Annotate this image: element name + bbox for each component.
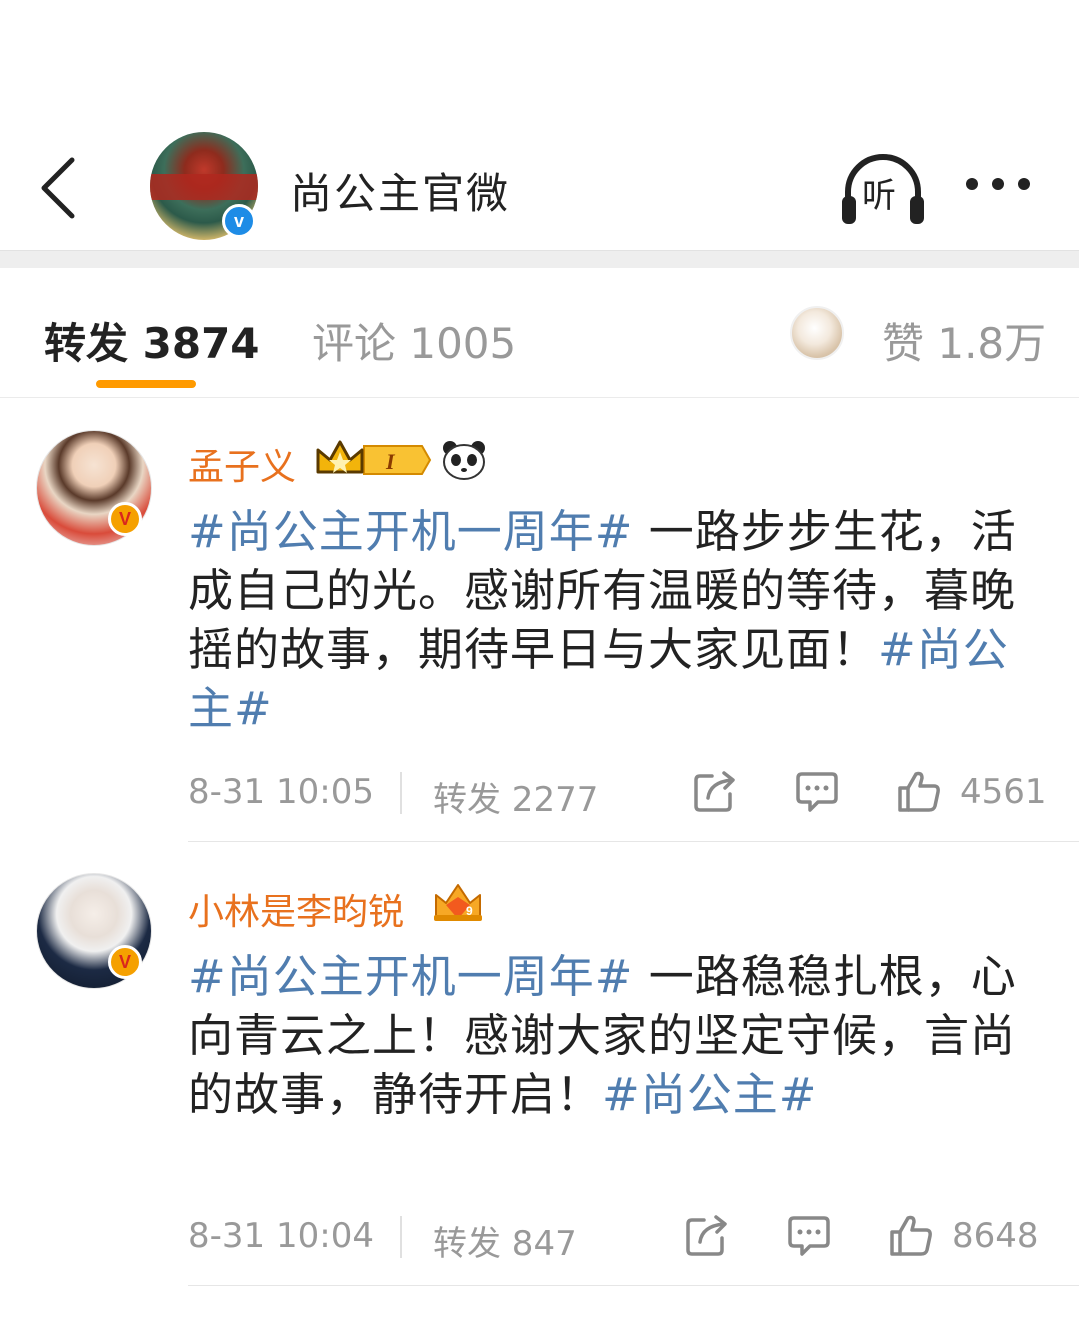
share-icon <box>686 1215 727 1256</box>
account-avatar[interactable]: v <box>150 132 258 240</box>
post-meta: 8-31 10:05 转发 2277 4561 <box>188 766 1048 820</box>
verified-orange-icon: V <box>108 945 142 979</box>
repost-count[interactable]: 转发 2277 <box>433 772 598 821</box>
list-item[interactable]: V 小林是李昀锐 9 #尚公主开机一周年# 一路稳稳扎根，心向青云之上！感谢大家… <box>0 843 1079 1287</box>
liker-avatar <box>790 306 844 360</box>
tab-repost[interactable]: 转发 3874 <box>44 310 260 371</box>
post-meta: 8-31 10:04 转发 847 8648 <box>188 1210 1048 1264</box>
section-divider <box>0 250 1079 268</box>
tab-bar: 转发 3874 评论 1005 赞 1.8万 <box>0 268 1079 398</box>
post-divider <box>188 1285 1079 1286</box>
post-time: 8-31 10:05 <box>188 772 374 812</box>
svg-text:I: I <box>385 449 396 474</box>
panda-icon <box>442 440 486 484</box>
user-avatar[interactable]: V <box>36 873 152 989</box>
share-icon <box>694 771 735 812</box>
profile-header: v 尚公主官微 听 <box>0 110 1079 250</box>
post-time: 8-31 10:04 <box>188 1216 374 1256</box>
back-button[interactable] <box>30 150 90 220</box>
like-count: 8648 <box>952 1216 1039 1256</box>
chevron-left-icon <box>41 157 75 219</box>
like-count: 4561 <box>960 772 1047 812</box>
tab-like[interactable]: 赞 1.8万 <box>882 310 1046 371</box>
username[interactable]: 小林是李昀锐 <box>188 883 404 935</box>
post-text: #尚公主开机一周年# 一路步步生花，活成自己的光。感谢所有温暖的等待，暮晚摇的故… <box>188 502 1038 738</box>
share-button[interactable] <box>692 768 738 814</box>
comment-button[interactable] <box>794 768 840 814</box>
listen-label: 听 <box>862 176 896 216</box>
comment-icon <box>788 1216 830 1256</box>
thumbs-up-icon <box>890 1215 932 1256</box>
verified-orange-icon: V <box>108 502 142 536</box>
share-button[interactable] <box>684 1212 730 1258</box>
hashtag-link[interactable]: #尚公主开机一周年# <box>188 505 633 558</box>
post-divider <box>188 841 1079 842</box>
list-item[interactable]: V 孟子义 I #尚公主开机一周年# 一路步步生花，活成自己的光。感谢所有温暖的… <box>0 398 1079 843</box>
like-button[interactable]: 4561 <box>896 766 1056 816</box>
meta-divider <box>400 772 402 814</box>
comment-button[interactable] <box>786 1212 832 1258</box>
comment-icon <box>796 772 838 812</box>
post-text: #尚公主开机一周年# 一路稳稳扎根，心向青云之上！感谢大家的坚定守候，言尚的故事… <box>188 947 1038 1124</box>
hashtag-link[interactable]: #尚公主# <box>602 1068 817 1121</box>
thumbs-up-icon <box>898 771 940 812</box>
crown-fan-icon[interactable]: 9 <box>430 881 486 929</box>
like-button[interactable]: 8648 <box>888 1210 1048 1260</box>
listen-button[interactable]: 听 <box>840 150 926 230</box>
crown-level-icon[interactable]: I <box>314 438 432 486</box>
active-tab-indicator <box>96 380 196 388</box>
more-button[interactable] <box>960 168 1040 198</box>
username[interactable]: 孟子义 <box>188 438 296 490</box>
more-dot-icon <box>966 178 978 190</box>
meta-divider <box>400 1216 402 1258</box>
tab-comment[interactable]: 评论 1005 <box>312 310 516 371</box>
more-dot-icon <box>1018 178 1030 190</box>
more-dot-icon <box>992 178 1004 190</box>
verified-blue-icon: v <box>222 204 256 238</box>
svg-text:9: 9 <box>466 904 473 918</box>
page-title: 尚公主官微 <box>290 169 511 218</box>
hashtag-link[interactable]: #尚公主开机一周年# <box>188 950 633 1003</box>
repost-count[interactable]: 转发 847 <box>433 1216 577 1265</box>
user-avatar[interactable]: V <box>36 430 152 546</box>
